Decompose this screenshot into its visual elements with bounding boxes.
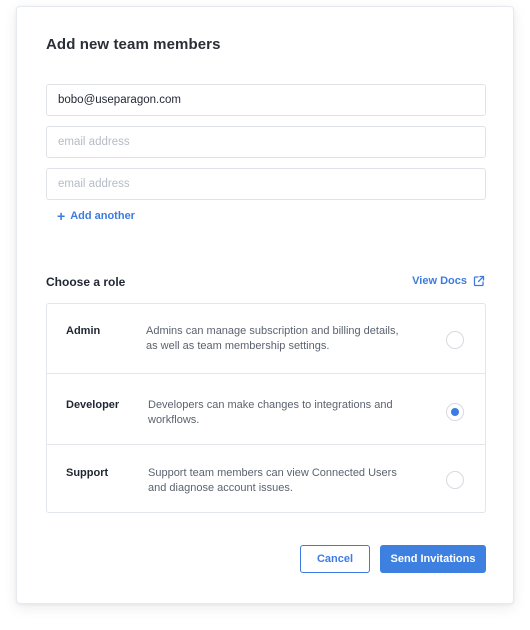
role-name: Support	[66, 467, 109, 479]
role-name: Developer	[66, 399, 120, 411]
send-invitations-button[interactable]: Send Invitations	[380, 545, 486, 573]
role-radio-developer[interactable]	[446, 403, 464, 421]
email-field-1[interactable]	[46, 84, 486, 116]
role-option-developer[interactable]: Developer Developers can make changes to…	[47, 374, 485, 445]
role-option-support[interactable]: Support Support team members can view Co…	[47, 445, 485, 512]
add-another-label: Add another	[70, 210, 135, 222]
add-team-members-modal: Add new team members + Add another Choos…	[16, 6, 514, 604]
role-name: Admin	[66, 325, 101, 337]
modal-title: Add new team members	[46, 36, 221, 53]
external-link-icon	[473, 275, 485, 287]
role-description: Admins can manage subscription and billi…	[146, 325, 399, 352]
choose-role-label: Choose a role	[46, 275, 126, 289]
role-radio-admin[interactable]	[446, 331, 464, 349]
role-description: Support team members can view Connected …	[148, 467, 397, 494]
view-docs-label: View Docs	[412, 275, 467, 287]
email-field-2[interactable]	[46, 126, 486, 158]
role-description: Developers can make changes to integrati…	[148, 399, 393, 426]
add-another-button[interactable]: + Add another	[57, 208, 135, 224]
plus-icon: +	[57, 208, 66, 224]
role-list: Admin Admins can manage subscription and…	[46, 303, 486, 513]
view-docs-link[interactable]: View Docs	[412, 275, 485, 287]
role-option-admin[interactable]: Admin Admins can manage subscription and…	[47, 304, 485, 374]
email-field-3[interactable]	[46, 168, 486, 200]
cancel-button[interactable]: Cancel	[300, 545, 370, 573]
role-radio-support[interactable]	[446, 471, 464, 489]
